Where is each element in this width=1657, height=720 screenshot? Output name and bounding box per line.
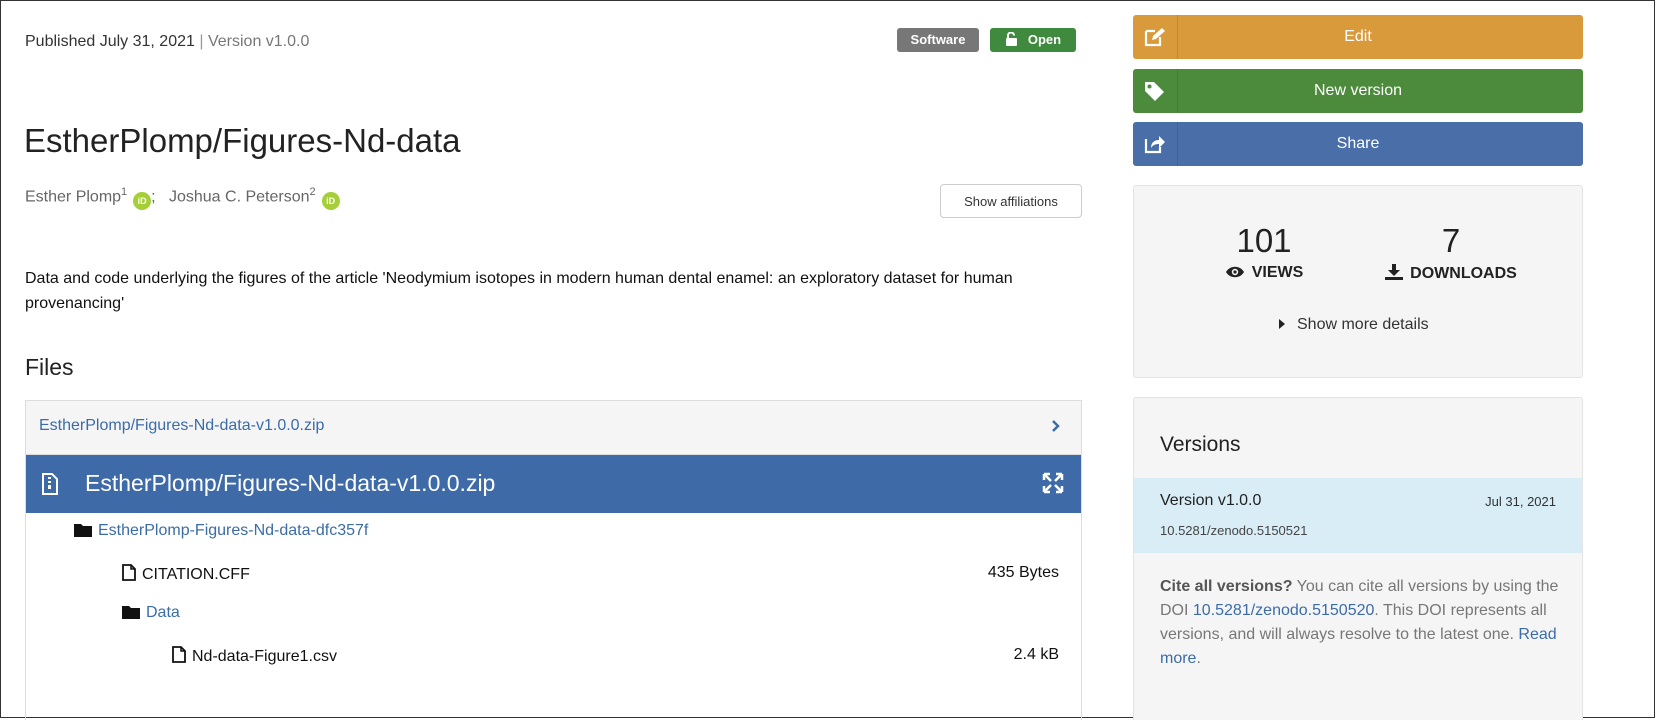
file-icon bbox=[172, 646, 186, 663]
version-name[interactable]: Version v1.0.0 bbox=[1160, 492, 1261, 510]
eye-icon bbox=[1225, 266, 1244, 278]
version-doi: 10.5281/zenodo.5150521 bbox=[1160, 523, 1308, 538]
author-list: Esther Plomp1 iD; Joshua C. Peterson2 iD bbox=[25, 186, 340, 211]
version-date: Jul 31, 2021 bbox=[1485, 494, 1556, 509]
tree-folder-row[interactable]: EstherPlomp-Figures-Nd-data-dfc357f bbox=[74, 522, 368, 540]
button-divider bbox=[1177, 15, 1178, 59]
open-access-label: Open bbox=[1027, 32, 1062, 47]
downloads-count: 7 bbox=[1441, 222, 1461, 259]
views-label-text: VIEWS bbox=[1251, 264, 1304, 281]
orcid-icon[interactable]: iD bbox=[133, 192, 152, 211]
author-name[interactable]: Joshua C. Peterson bbox=[169, 188, 310, 205]
edit-button[interactable]: Edit bbox=[1133, 15, 1583, 59]
tree-folder-link[interactable]: EstherPlomp-Figures-Nd-data-dfc357f bbox=[98, 522, 368, 539]
tree-file-row: CITATION.CFF bbox=[122, 564, 250, 584]
separator: | bbox=[199, 33, 204, 50]
stats-panel: 101 VIEWS 7 DOWNLOADS Show more details bbox=[1133, 185, 1583, 378]
downloads-label-text: DOWNLOADS bbox=[1410, 265, 1517, 282]
tree-file-name: CITATION.CFF bbox=[142, 566, 250, 583]
tree-folder-row[interactable]: Data bbox=[122, 604, 180, 622]
share-label: Share bbox=[1336, 135, 1380, 152]
file-icon bbox=[122, 564, 136, 581]
preview-title: EstherPlomp/Figures-Nd-data-v1.0.0.zip bbox=[85, 470, 496, 496]
file-size: 2.4 kB bbox=[1013, 646, 1059, 663]
version-row[interactable]: Version v1.0.0 Jul 31, 2021 10.5281/zeno… bbox=[1134, 478, 1582, 553]
tree-folder-link[interactable]: Data bbox=[146, 604, 180, 621]
files-heading: Files bbox=[25, 354, 74, 380]
version-label: Version v1.0.0 bbox=[207, 33, 310, 50]
tag-icon bbox=[1145, 82, 1164, 101]
unlock-icon bbox=[1005, 31, 1017, 46]
zip-file-link[interactable]: EstherPlomp/Figures-Nd-data-v1.0.0.zip bbox=[39, 417, 324, 435]
tree-file-name: Nd-data-Figure1.csv bbox=[192, 648, 337, 665]
versions-panel: Versions Version v1.0.0 Jul 31, 2021 10.… bbox=[1133, 397, 1583, 720]
new-version-button[interactable]: New version bbox=[1133, 69, 1583, 113]
views-count: 101 bbox=[1236, 222, 1292, 259]
author-name[interactable]: Esther Plomp bbox=[25, 188, 121, 205]
chevron-right-icon[interactable] bbox=[1051, 419, 1061, 433]
record-description: Data and code underlying the figures of … bbox=[25, 270, 1013, 312]
software-badge: Software bbox=[897, 28, 979, 52]
views-label: VIEWS bbox=[1164, 264, 1364, 282]
show-more-details-label: Show more details bbox=[1297, 316, 1429, 333]
new-version-label: New version bbox=[1313, 82, 1403, 99]
share-icon bbox=[1144, 136, 1165, 154]
show-affiliations-button[interactable]: Show affiliations bbox=[940, 184, 1082, 218]
cite-question: Cite all versions? bbox=[1160, 578, 1293, 595]
concept-doi-link[interactable]: 10.5281/zenodo.5150520 bbox=[1193, 602, 1375, 619]
expand-icon[interactable] bbox=[1042, 472, 1064, 494]
caret-right-icon bbox=[1279, 319, 1285, 329]
folder-icon bbox=[122, 606, 140, 619]
affiliation-ref: 2 bbox=[309, 186, 316, 198]
cite-all-versions: Cite all versions? You can cite all vers… bbox=[1160, 575, 1560, 671]
show-more-details-toggle[interactable]: Show more details bbox=[1279, 316, 1429, 334]
author-separator: ; bbox=[151, 188, 156, 206]
open-access-badge: Open bbox=[990, 28, 1076, 52]
button-divider bbox=[1177, 122, 1178, 166]
edit-label: Edit bbox=[1344, 28, 1372, 45]
folder-icon bbox=[74, 524, 92, 537]
download-icon bbox=[1385, 264, 1404, 280]
zip-file-row[interactable]: EstherPlomp/Figures-Nd-data-v1.0.0.zip bbox=[26, 401, 1081, 455]
cite-end: . bbox=[1196, 650, 1201, 667]
tree-file-row: Nd-data-Figure1.csv bbox=[172, 646, 337, 666]
file-zip-icon bbox=[42, 473, 58, 495]
published-date: Published July 31, 2021 bbox=[25, 33, 195, 50]
share-button[interactable]: Share bbox=[1133, 122, 1583, 166]
file-size: 435 Bytes bbox=[987, 564, 1059, 581]
publication-info: Published July 31, 2021 | Version v1.0.0 bbox=[25, 33, 309, 51]
downloads-label: DOWNLOADS bbox=[1351, 264, 1551, 283]
edit-icon bbox=[1144, 28, 1165, 47]
affiliation-ref: 1 bbox=[121, 186, 128, 198]
files-panel: EstherPlomp/Figures-Nd-data-v1.0.0.zip E… bbox=[25, 400, 1082, 720]
orcid-icon[interactable]: iD bbox=[321, 192, 340, 211]
button-divider bbox=[1177, 69, 1178, 113]
file-preview-header: EstherPlomp/Figures-Nd-data-v1.0.0.zip bbox=[26, 455, 1081, 513]
record-title: EstherPlomp/Figures-Nd-data bbox=[24, 122, 461, 159]
versions-title: Versions bbox=[1160, 433, 1241, 456]
